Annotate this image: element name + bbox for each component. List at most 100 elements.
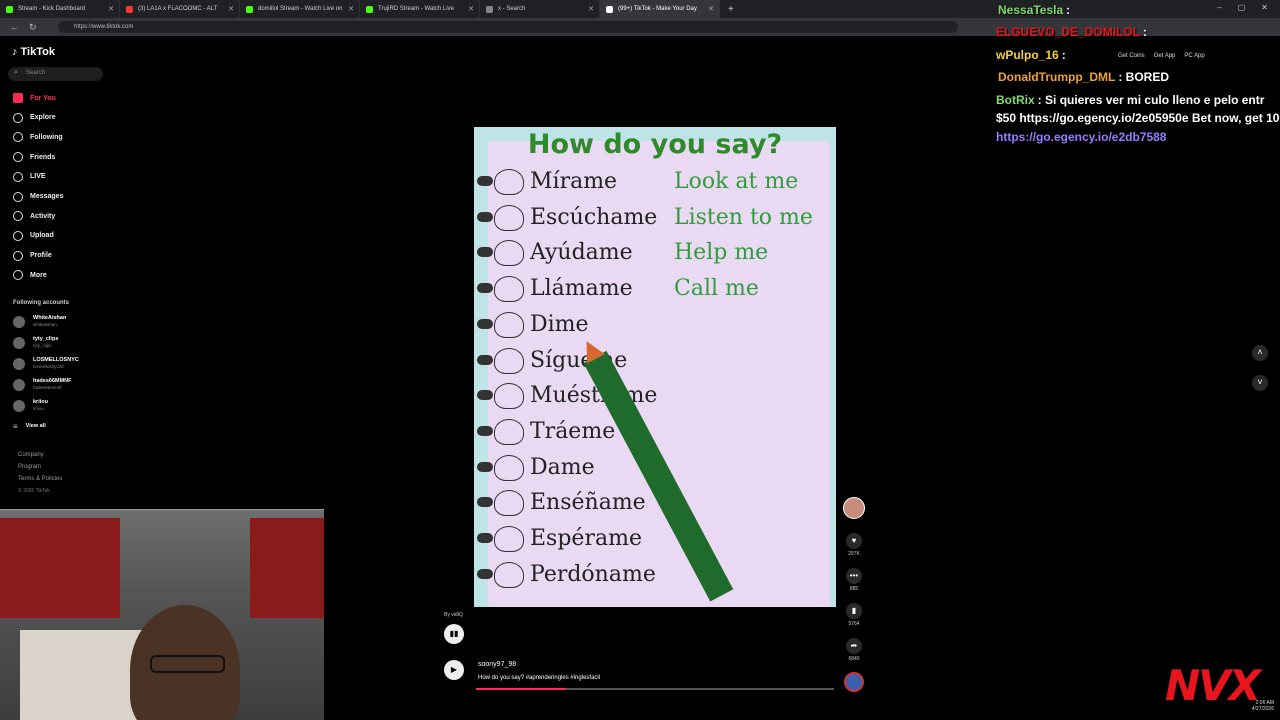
spanish-phrase: Tráeme [530, 418, 616, 444]
browser-tab[interactable]: TrujiRD Stream - Watch Live ✕ [360, 0, 480, 18]
back-icon[interactable]: ← [10, 22, 19, 32]
comment-button[interactable]: ••• 885 [846, 568, 862, 592]
phrase-row: Dime [474, 308, 836, 342]
play-button[interactable]: ▶ [444, 660, 464, 680]
activity-icon [13, 211, 23, 222]
top-actions: Get Coins Get App PC App [1118, 53, 1205, 59]
doodle-icon [494, 347, 524, 374]
tab-title: TrujiRD Stream - Watch Live [378, 6, 454, 12]
get-app-link[interactable]: Get App [1154, 53, 1176, 59]
following-account[interactable]: LOSMELLOSNYC losmellosnyc22 [13, 357, 79, 370]
sidebar-item-following[interactable]: Following [13, 131, 63, 143]
footer-program[interactable]: Program [18, 464, 41, 470]
following-account[interactable]: WhiteAishan whiteaishan [13, 315, 66, 328]
browser-tab[interactable]: (3) LA1A x FLACOOMC - ALT ✕ [120, 0, 240, 18]
following-account[interactable]: hades66MMNF hades66mmnf [13, 378, 72, 391]
sidebar-item-explore[interactable]: Explore [13, 112, 56, 124]
phrase-row: Perdóname [474, 558, 836, 592]
tab-title: x - Search [498, 6, 526, 12]
chat-message: wPulpo_16: [996, 48, 1066, 62]
video-title-text: How do you say? [527, 129, 783, 160]
phrase-row: Mírame Look at me [474, 165, 836, 199]
notebook-ring [477, 211, 493, 222]
previous-video-button[interactable]: ˄ [1252, 345, 1268, 361]
tab-favicon [6, 5, 13, 13]
sidebar-item-messages[interactable]: Messages [13, 191, 63, 203]
tab-close-icon[interactable]: ✕ [348, 5, 354, 13]
heart-icon: ♥ [846, 533, 862, 549]
sidebar-item-friends[interactable]: Friends [13, 151, 55, 163]
notebook-ring [477, 283, 493, 294]
account-name: WhiteAishan [33, 315, 67, 321]
chat-message: NessaTesla: [998, 3, 1070, 17]
tab-favicon [126, 5, 133, 13]
sidebar-item-profile[interactable]: Profile [13, 250, 52, 262]
english-phrase: Look at me [674, 169, 799, 194]
sidebar-item-live[interactable]: LIVE [13, 171, 46, 183]
new-tab-icon[interactable]: + [728, 4, 734, 15]
browser-tab[interactable]: domiilol Stream - Watch Live on ✕ [240, 0, 360, 18]
sidebar-item-for-you[interactable]: For You [13, 92, 56, 104]
tab-close-icon[interactable]: ✕ [708, 5, 714, 13]
url-field[interactable]: https://www.tiktok.com [58, 21, 958, 33]
copyright: © 2026 TikTok [18, 488, 50, 494]
doodle-icon [494, 240, 524, 267]
share-button[interactable]: ➦ 6840 [846, 638, 862, 662]
video-caption[interactable]: How do you say? #aprenderingles #inglesf… [478, 675, 600, 681]
footer-company[interactable]: Company [18, 452, 44, 458]
chat-username: BotRix [996, 93, 1035, 107]
search-input[interactable]: ⌕ Search [8, 67, 103, 81]
tab-title: domiilol Stream - Watch Live on [258, 6, 343, 12]
following-account[interactable]: kriiou kriiou [13, 399, 48, 412]
chat-separator: : [1037, 93, 1046, 107]
spanish-phrase: Mírame [530, 169, 618, 194]
tab-close-icon[interactable]: ✕ [588, 5, 594, 13]
spanish-phrase: Enséñame [530, 490, 646, 516]
footer-terms[interactable]: Terms & Policies [18, 476, 62, 482]
browser-tab[interactable]: (99+) TikTok - Make Your Day ✕ [600, 0, 720, 18]
save-button[interactable]: ▮ 5764 [846, 603, 862, 627]
video-author[interactable]: soony97_98 [478, 661, 516, 668]
tiktok-note-icon: ♪ [12, 46, 18, 58]
notebook-ring [477, 176, 493, 186]
like-button[interactable]: ♥ 297K [846, 533, 862, 557]
music-disc[interactable] [844, 672, 864, 692]
reload-icon[interactable]: ↻ [29, 22, 37, 33]
friends-icon [13, 152, 23, 163]
webcam-overlay [0, 509, 324, 720]
video-progress-bar[interactable] [476, 688, 834, 690]
get-coins-link[interactable]: Get Coins [1118, 53, 1145, 59]
phrase-row: Llámame Call me [474, 272, 836, 306]
live-icon [13, 171, 23, 182]
video-player[interactable]: How do you say? Mírame Look at me Escúcham… [474, 127, 836, 607]
doodle-icon [494, 418, 524, 445]
chat-username: NessaTesla [998, 3, 1064, 17]
browser-tab[interactable]: x - Search ✕ [480, 0, 600, 18]
next-video-button[interactable]: ˅ [1252, 375, 1268, 391]
sidebar-item-upload[interactable]: Upload [13, 230, 54, 242]
minimize-icon[interactable]: – [1217, 3, 1221, 12]
sidebar-item-more[interactable]: More [13, 269, 47, 281]
tab-close-icon[interactable]: ✕ [468, 5, 474, 13]
tab-title: (99+) TikTok - Make Your Day [618, 6, 697, 12]
play-icon: ▶ [450, 665, 458, 674]
sidebar-item-activity[interactable]: Activity [13, 210, 55, 222]
view-all-link[interactable]: ≡ View all [13, 422, 46, 431]
avatar [13, 399, 25, 412]
notebook-ring [477, 354, 493, 365]
volume-bars-icon: ▮▮ [449, 629, 459, 638]
home-icon [13, 93, 23, 103]
restore-icon[interactable]: ▢ [1238, 3, 1246, 12]
notebook-ring [477, 533, 493, 543]
volume-button[interactable]: ▮▮ [444, 624, 464, 644]
pc-app-link[interactable]: PC App [1184, 53, 1204, 59]
chat-text: $50 https://go.egency.io/2e05950e Bet no… [996, 111, 1280, 125]
tab-close-icon[interactable]: ✕ [228, 5, 234, 13]
browser-tab[interactable]: Stream - Kick Dashboard ✕ [0, 0, 120, 18]
creator-avatar[interactable] [843, 497, 865, 519]
sidebar-item-label: Profile [30, 252, 52, 260]
tiktok-logo[interactable]: ♪ TikTok [12, 46, 55, 58]
close-icon[interactable]: ✕ [1261, 3, 1268, 12]
tab-close-icon[interactable]: ✕ [108, 5, 114, 13]
following-account[interactable]: tyty_clips tyty_clips [13, 336, 58, 349]
